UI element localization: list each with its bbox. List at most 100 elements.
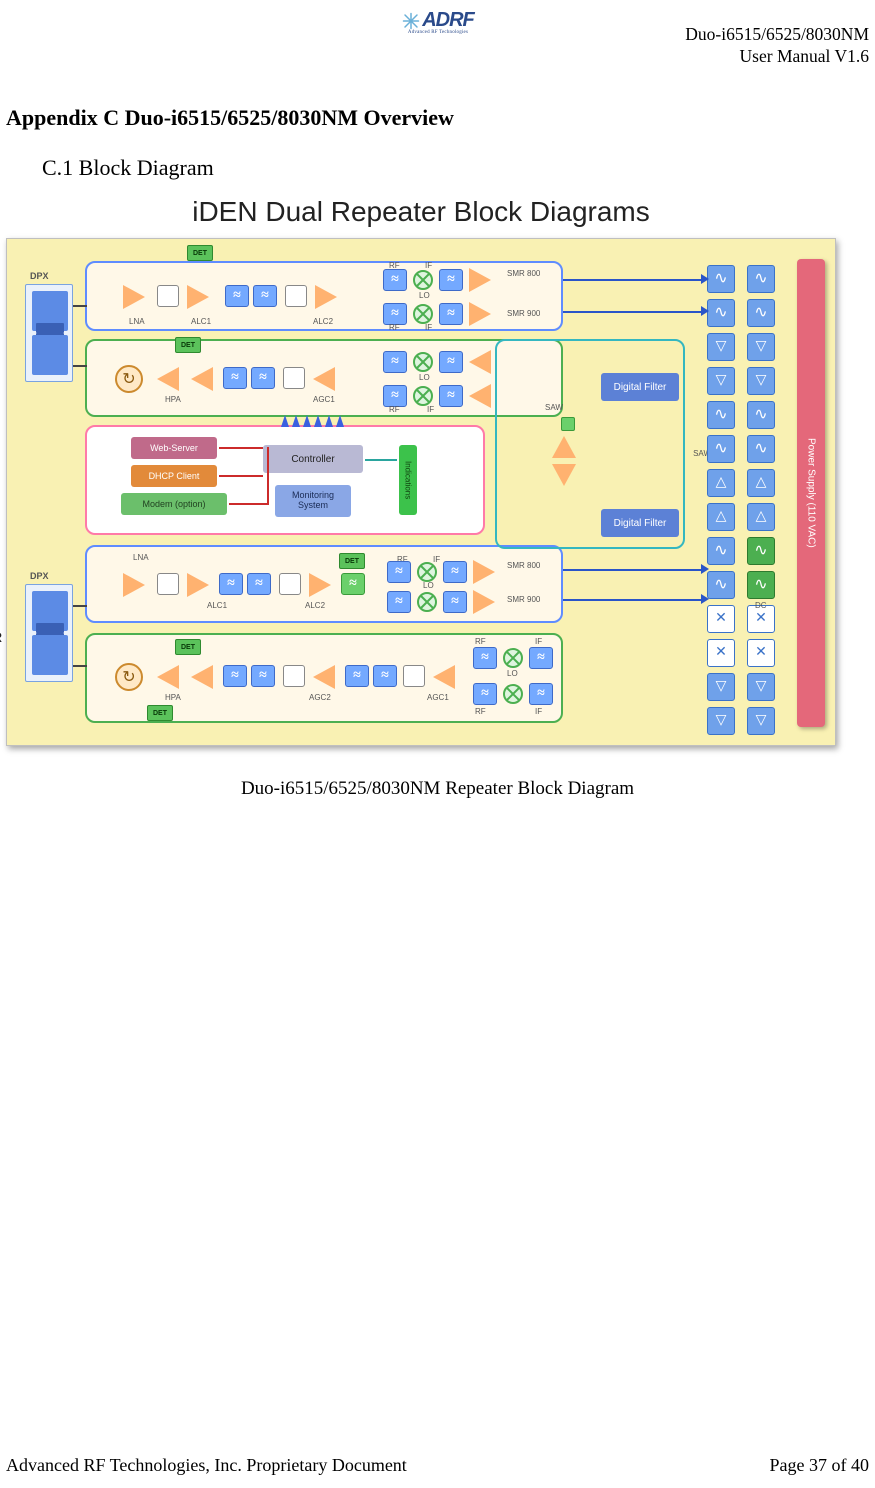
dpx-label: DPX [30, 571, 49, 581]
power-supply-block: Power Supply (110 VAC) [797, 259, 825, 727]
attenuator-icon [285, 285, 307, 307]
amp-icon [552, 464, 576, 486]
filter-icon [443, 561, 467, 583]
page-header: ADRF Advanced RF Technologies Duo-i6515/… [0, 6, 875, 68]
dhcp-client-block: DHCP Client [131, 465, 217, 487]
detector-block: DET [175, 337, 201, 353]
filter-icon [387, 591, 411, 613]
filter-icon [383, 385, 407, 407]
bus-arrows-icon [281, 415, 344, 427]
mixer-icon [417, 592, 437, 612]
filter-icon [439, 269, 463, 291]
lo-label: LO [423, 581, 434, 590]
rx-path-server: LNA ALC1 ALC2 DET RF IF LO [85, 545, 563, 623]
page-footer: Advanced RF Technologies, Inc. Proprieta… [6, 1455, 869, 1476]
lo-label: LO [419, 291, 430, 300]
header-product: Duo-i6515/6525/8030NM [685, 24, 869, 46]
filter-icon [529, 683, 553, 705]
amp-icon [157, 665, 179, 689]
attenuator-icon [279, 573, 301, 595]
filter-icon [247, 573, 271, 595]
logo-subtitle: Advanced RF Technologies [408, 30, 468, 35]
duplexer-server: DPX [25, 584, 73, 682]
if-label: IF [433, 555, 440, 564]
tx-path-doner: DET HPA AGC1 LO RF IF [85, 339, 563, 417]
lo-label: LO [419, 373, 430, 382]
alc2-label: ALC2 [305, 601, 325, 610]
detector-block: DET [147, 705, 173, 721]
rf-label: RF [475, 637, 486, 646]
smr900-label: SMR 900 [507, 309, 540, 318]
web-server-block: Web-Server [131, 437, 217, 459]
udconv-column-a [707, 265, 735, 741]
controller-block: Controller [263, 445, 363, 473]
agc1-label: AGC1 [427, 693, 449, 702]
filter-icon [345, 665, 369, 687]
footer-right: Page 37 of 40 [770, 1455, 869, 1476]
attenuator-icon [283, 367, 305, 389]
rf-label: RF [389, 405, 400, 414]
mixer-icon [413, 386, 433, 406]
hpa-label: HPA [165, 395, 181, 404]
amp-icon [473, 560, 495, 584]
monitoring-system-block: Monitoring System [275, 485, 351, 517]
port-server-label: SERVER [0, 629, 2, 645]
if-label: IF [425, 261, 432, 270]
filter-icon [251, 367, 275, 389]
mixer-icon [413, 304, 433, 324]
filter-icon [223, 665, 247, 687]
udconv-column-b [747, 265, 775, 741]
filter-icon [383, 269, 407, 291]
snowflake-icon [402, 12, 420, 30]
alc2-label: ALC2 [313, 317, 333, 326]
amp-icon [123, 285, 145, 309]
alc1-label: ALC1 [191, 317, 211, 326]
circulator-icon [115, 365, 143, 393]
detector-block: DET [187, 245, 213, 261]
if-label: IF [535, 707, 542, 716]
filter-icon [383, 351, 407, 373]
indications-block: Indications [399, 445, 417, 515]
amp-icon [469, 302, 491, 326]
amp-icon [552, 436, 576, 458]
filter-icon [387, 561, 411, 583]
amp-icon [473, 590, 495, 614]
agc1-label: AGC1 [313, 395, 335, 404]
heading-section: C.1 Block Diagram [42, 155, 214, 181]
hpa-label: HPA [165, 693, 181, 702]
modem-block: Modem (option) [121, 493, 227, 515]
filter-icon [253, 285, 277, 307]
amp-icon [309, 573, 331, 597]
figure-block-diagram: iDEN Dual Repeater Block Diagrams DONER … [6, 196, 836, 746]
amp-icon [191, 665, 213, 689]
lna-label: LNA [133, 553, 149, 562]
attenuator-icon [283, 665, 305, 687]
amp-icon [187, 573, 209, 597]
amp-icon [469, 350, 491, 374]
header-manual-version: User Manual V1.6 [685, 46, 869, 68]
agc2-label: AGC2 [309, 693, 331, 702]
filter-icon [529, 647, 553, 669]
amp-icon [191, 367, 213, 391]
amp-icon [187, 285, 209, 309]
mixer-icon [503, 648, 523, 668]
amp-icon [433, 665, 455, 689]
detector-block: DET [175, 639, 201, 655]
circulator-icon [115, 663, 143, 691]
filter-icon [443, 591, 467, 613]
rf-label: RF [389, 323, 400, 332]
filter-icon [341, 573, 365, 595]
logo-text: ADRF [422, 9, 474, 32]
if-label: IF [425, 323, 432, 332]
filter-icon [439, 303, 463, 325]
amp-icon [315, 285, 337, 309]
filter-icon [373, 665, 397, 687]
mixer-icon [413, 352, 433, 372]
figure-title: iDEN Dual Repeater Block Diagrams [6, 196, 836, 228]
mixer-icon [413, 270, 433, 290]
footer-left: Advanced RF Technologies, Inc. Proprieta… [6, 1455, 407, 1476]
digital-filter-group: SAW Digital Filter Digital Filter SAW [495, 339, 685, 549]
heading-appendix: Appendix C Duo-i6515/6525/8030NM Overvie… [6, 105, 454, 131]
controller-group: Web-Server DHCP Client Modem (option) Co… [85, 425, 485, 535]
attenuator-icon [157, 573, 179, 595]
